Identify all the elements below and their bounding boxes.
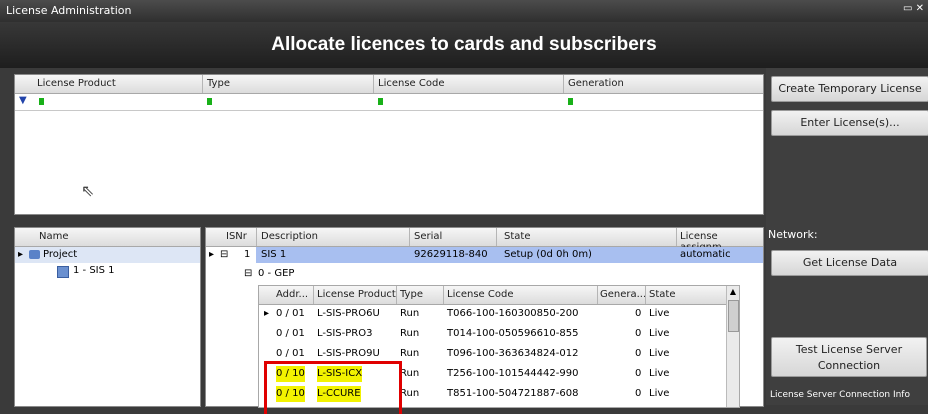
cell-state: Live xyxy=(649,308,670,319)
card-description: SIS 1 xyxy=(261,249,287,260)
cell-product: L-SIS-PRO3 xyxy=(317,328,373,339)
col-code[interactable]: License Code xyxy=(447,289,513,300)
filter-cell-icon[interactable] xyxy=(207,97,221,106)
enter-licenses-button[interactable]: Enter License(s)... xyxy=(771,110,928,136)
col-license-code[interactable]: License Code xyxy=(378,78,444,89)
license-server-info-label: License Server Connection Info xyxy=(770,390,910,400)
cell-code: T851-100-504721887-608 xyxy=(447,388,579,399)
tree-panel: Name ▸ Project 1 - SIS 1 xyxy=(14,227,201,407)
cell-code: T066-100-160300850-200 xyxy=(447,308,579,319)
folder-icon xyxy=(29,250,40,259)
card-isnr: 1 xyxy=(244,249,251,260)
card-assign: automatic xyxy=(680,249,731,260)
create-temporary-license-button[interactable]: Create Temporary License xyxy=(771,76,928,102)
collapse-icon[interactable]: ⊟ xyxy=(220,247,228,263)
cards-panel: ISNr Description Serial State License as… xyxy=(205,227,764,414)
cell-code: T096-100-363634824-012 xyxy=(447,348,579,359)
license-grid-header: License Product Type License Code Genera… xyxy=(15,75,763,94)
filter-cell-icon[interactable] xyxy=(568,97,582,106)
tree-item-project[interactable]: ▸ Project xyxy=(15,247,200,263)
scroll-up-icon[interactable]: ▲ xyxy=(727,286,739,298)
cell-state: Live xyxy=(649,388,670,399)
col-state[interactable]: State xyxy=(504,231,530,242)
cell-type: Run xyxy=(400,328,420,339)
cell-gen: 0 xyxy=(635,388,642,399)
collapse-icon[interactable]: ⊟ xyxy=(244,266,252,282)
network-label: Network: xyxy=(768,228,818,241)
tree-project-label: Project xyxy=(43,249,78,260)
row-pointer-icon: ▸ xyxy=(264,308,270,319)
cell-type: Run xyxy=(400,348,420,359)
cell-state: Live xyxy=(649,348,670,359)
scrollbar-thumb[interactable] xyxy=(728,300,739,332)
filter-icon[interactable]: ▼ xyxy=(19,95,27,106)
vertical-scrollbar[interactable]: ▲ xyxy=(726,286,739,407)
cell-addr: 0 / 01 xyxy=(276,308,305,319)
col-generation[interactable]: Generation xyxy=(568,78,624,89)
cell-addr: 0 / 01 xyxy=(276,328,305,339)
col-state[interactable]: State xyxy=(649,289,675,300)
get-license-data-button[interactable]: Get License Data xyxy=(771,250,928,276)
cell-code: T014-100-050596610-855 xyxy=(447,328,579,339)
col-description[interactable]: Description xyxy=(261,231,318,242)
cell-type: Run xyxy=(400,308,420,319)
sub-row[interactable]: 0 / 01 L-SIS-PRO9U Run T096-100-36363482… xyxy=(259,346,739,362)
cards-header: ISNr Description Serial State License as… xyxy=(206,228,763,253)
cell-state: Live xyxy=(649,328,670,339)
window-controls[interactable]: ▭ ✕ xyxy=(903,3,924,14)
sub-row[interactable]: ▸ 0 / 01 L-SIS-PRO6U Run T066-100-160300… xyxy=(259,306,739,322)
cell-type: Run xyxy=(400,388,420,399)
col-license-product[interactable]: License Product xyxy=(37,78,116,89)
col-type[interactable]: Type xyxy=(400,289,423,300)
group-label: 0 - GEP xyxy=(258,268,295,279)
page-title: Allocate licences to cards and subscribe… xyxy=(0,22,928,68)
col-type[interactable]: Type xyxy=(207,78,230,89)
cell-addr: 0 / 01 xyxy=(276,348,305,359)
tree-child-label: 1 - SIS 1 xyxy=(73,265,115,276)
test-license-server-button[interactable]: Test License Server Connection xyxy=(771,337,927,377)
col-addr[interactable]: Addr... xyxy=(276,289,308,300)
cell-type: Run xyxy=(400,368,420,379)
cell-gen: 0 xyxy=(635,328,642,339)
card-state: Setup (0d 0h 0m) xyxy=(504,249,592,260)
cell-state: Live xyxy=(649,368,670,379)
col-name[interactable]: Name xyxy=(39,231,69,242)
window-title: License Administration xyxy=(6,4,132,17)
cell-gen: 0 xyxy=(635,348,642,359)
tree-header: Name xyxy=(15,228,200,247)
col-serial[interactable]: Serial xyxy=(414,231,442,242)
col-product[interactable]: License Product xyxy=(317,289,396,300)
col-isnr[interactable]: ISNr xyxy=(226,231,247,242)
cell-product: L-SIS-PRO6U xyxy=(317,308,380,319)
card-row[interactable]: ▸ ⊟ 1 SIS 1 92629118-840 Setup (0d 0h 0m… xyxy=(206,247,763,263)
window-titlebar: License Administration ▭ ✕ xyxy=(0,0,928,22)
sub-row[interactable]: 0 / 01 L-SIS-PRO3 Run T014-100-050596610… xyxy=(259,326,739,342)
cell-gen: 0 xyxy=(635,368,642,379)
mouse-cursor-icon: ⇖ xyxy=(81,181,95,200)
cell-code: T256-100-101544442-990 xyxy=(447,368,579,379)
license-grid: License Product Type License Code Genera… xyxy=(14,74,764,215)
group-row[interactable]: ⊟ 0 - GEP xyxy=(206,266,763,282)
cell-product: L-SIS-PRO9U xyxy=(317,348,380,359)
sub-grid-header: Addr... License Product Type License Cod… xyxy=(259,286,739,305)
row-pointer-icon: ▸ xyxy=(209,249,215,260)
card-serial: 92629118-840 xyxy=(414,249,488,260)
highlight-box xyxy=(264,361,402,414)
cell-gen: 0 xyxy=(635,308,642,319)
tree-item-sis[interactable]: 1 - SIS 1 xyxy=(15,263,200,279)
node-icon xyxy=(57,266,69,278)
filter-row: ▼ xyxy=(15,94,763,111)
filter-cell-icon[interactable] xyxy=(39,97,53,106)
col-generation[interactable]: Genera... xyxy=(600,289,646,300)
filter-cell-icon[interactable] xyxy=(378,97,392,106)
expand-icon[interactable]: ▸ xyxy=(18,247,23,263)
